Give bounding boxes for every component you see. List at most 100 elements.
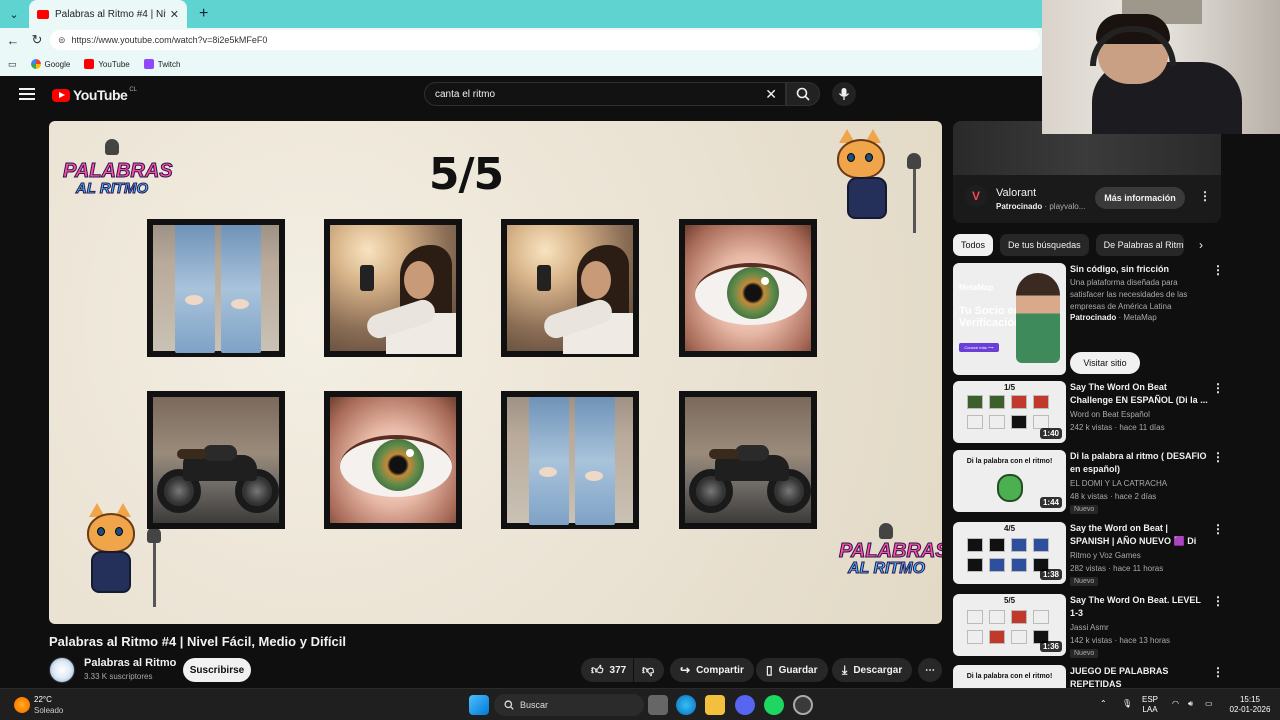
site-info-icon[interactable]: ⊜	[58, 35, 66, 46]
ad-more-info-button[interactable]: Más información	[1095, 187, 1185, 209]
recommendation-thumbnail[interactable]: 1/5 1:40	[953, 381, 1066, 443]
logo-line1: PALABRAS	[839, 540, 943, 562]
menu-icon[interactable]	[19, 88, 35, 100]
tab-list-chevron-icon[interactable]: ⌄	[3, 3, 25, 25]
clock[interactable]: 15:15 02-01-2026	[1224, 695, 1276, 715]
dislike-button[interactable]: 👎︎	[634, 658, 664, 682]
recommendation-thumbnail[interactable]: Di la palabra con el ritmo!	[953, 665, 1066, 688]
country-code: CL	[129, 87, 137, 93]
wifi-icon[interactable]: ◠	[1172, 699, 1179, 709]
channel-avatar[interactable]	[49, 657, 75, 683]
recommendation-menu-icon[interactable]: ⋮	[1212, 665, 1224, 679]
valorant-logo-icon: V	[965, 185, 987, 207]
ad-menu-icon[interactable]: ⋮	[1199, 189, 1211, 203]
youtube-logo[interactable]: YouTube CL	[52, 87, 137, 103]
reload-icon[interactable]: ↻	[26, 30, 48, 50]
clock-date: 02-01-2026	[1229, 705, 1271, 714]
recommendation-item[interactable]: 1/5 1:40 Say The Word On Beat Challenge …	[953, 381, 1228, 443]
clear-search-icon[interactable]: ✕	[765, 86, 777, 103]
recommendation-item[interactable]: Di la palabra con el ritmo! 1:44 Di la p…	[953, 450, 1228, 514]
search-button[interactable]	[786, 82, 820, 106]
recommendation-title: Di la palabra al ritmo ( DESAFIO en espa…	[1070, 451, 1207, 474]
recommendation-thumbnail[interactable]: MetaMap Tu Socio en Verificación. Conoce…	[953, 263, 1066, 375]
weather-temp[interactable]: 22°C	[34, 695, 52, 704]
recommendation-thumbnail[interactable]: 5/5 1:36	[953, 594, 1066, 656]
bookmark-twitch[interactable]: Twitch	[143, 59, 180, 69]
bookmark-google[interactable]: Google	[30, 59, 71, 69]
recommendation-thumbnail[interactable]: Di la palabra con el ritmo! 1:44	[953, 450, 1066, 512]
keyboard-layout: LAA	[1142, 705, 1158, 714]
download-button[interactable]: ⤓ Descargar	[832, 658, 913, 682]
thumbs-down-icon: 👎︎	[642, 662, 655, 677]
volume-icon[interactable]: 🔊︎	[1188, 699, 1193, 709]
edge-icon[interactable]	[676, 695, 696, 715]
recommendation-item[interactable]: Di la palabra con el ritmo! JUEGO DE PAL…	[953, 665, 1228, 688]
sponsored-ad-card[interactable]: V Valorant Patrocinado · playvalo... Más…	[953, 121, 1221, 223]
chip-de-tus-busquedas[interactable]: De tus búsquedas	[1000, 234, 1089, 256]
ad-sponsored-label: Patrocinado	[996, 202, 1043, 211]
file-explorer-icon[interactable]	[705, 695, 725, 715]
palabras-al-ritmo-logo: PALABRAS AL RITMO	[63, 139, 173, 213]
google-icon	[30, 59, 41, 69]
more-actions-button[interactable]: ⋯	[918, 658, 942, 682]
battery-icon[interactable]: ▭	[1205, 699, 1213, 709]
save-button[interactable]: ▯ Guardar	[756, 658, 828, 682]
video-title: Palabras al Ritmo #4 | Nivel Fácil, Medi…	[49, 634, 346, 649]
tray-overflow-chevron-icon[interactable]: ⌃	[1100, 699, 1107, 709]
task-view-icon[interactable]	[648, 695, 668, 715]
ad-sponsor-line: Patrocinado · MetaMap	[1070, 313, 1157, 322]
tile-eye-image	[324, 391, 462, 529]
recommendation-item[interactable]: 4/5 1:38 Say the Word on Beat | SPANISH …	[953, 522, 1228, 586]
sun-icon[interactable]	[14, 697, 30, 713]
recommendation-meta: 242 k vistas · hace 11 días	[1070, 423, 1165, 432]
spotify-icon[interactable]	[764, 695, 784, 715]
share-icon: ↪	[680, 663, 691, 677]
bookmark-label: Google	[44, 59, 71, 69]
discord-icon[interactable]	[735, 695, 755, 715]
webcam-overlay-image	[1042, 0, 1280, 134]
address-toolbar: ← ↻ ⊜ https://www.youtube.com/watch?v=8i…	[0, 28, 1042, 52]
tab-close-icon[interactable]: ✕	[170, 8, 179, 21]
video-duration: 1:38	[1039, 569, 1062, 580]
thumb-heading: 5/5	[1003, 596, 1016, 605]
recommendation-menu-icon[interactable]: ⋮	[1212, 594, 1224, 608]
language-indicator[interactable]: ESP LAA	[1142, 695, 1158, 715]
new-tab-icon[interactable]: +	[199, 5, 208, 23]
recommendation-menu-icon[interactable]: ⋮	[1212, 522, 1224, 536]
visit-site-button[interactable]: Visitar sitio	[1070, 352, 1140, 374]
browser-tabbar: ⌄ Palabras al Ritmo #4 | Nivel Fácil, M …	[0, 0, 1042, 28]
channel-name[interactable]: Palabras al Ritmo	[84, 657, 176, 669]
recommendation-menu-icon[interactable]: ⋮	[1212, 263, 1224, 277]
steam-icon[interactable]	[793, 695, 813, 715]
frog-image	[997, 474, 1023, 502]
recommendation-menu-icon[interactable]: ⋮	[1212, 450, 1224, 464]
tab-title: Palabras al Ritmo #4 | Nivel Fácil, M	[55, 8, 166, 20]
new-badge: Nuevo	[1070, 649, 1099, 658]
search-input[interactable]: canta el ritmo ✕	[424, 82, 786, 106]
tile-motorcycle-image	[679, 391, 817, 529]
recommendation-thumbnail[interactable]: 4/5 1:38	[953, 522, 1066, 584]
sponsored-label: Patrocinado	[1070, 313, 1117, 322]
thumbs-up-icon: 👍︎	[591, 662, 604, 677]
recommendation-menu-icon[interactable]: ⋮	[1212, 381, 1224, 395]
back-arrow-icon[interactable]: ←	[2, 30, 24, 50]
chip-todos[interactable]: Todos	[953, 234, 994, 256]
share-button[interactable]: ↪ Compartir	[670, 658, 754, 682]
start-windows-icon[interactable]	[469, 695, 489, 715]
sidebar-toggle-icon[interactable]: ▭	[8, 59, 17, 70]
tile-eye-image	[679, 219, 817, 357]
chip-de-palabras-al-ritmo[interactable]: De Palabras al Ritm	[1095, 234, 1184, 256]
chevron-right-icon[interactable]: ›	[1199, 238, 1203, 252]
browser-tab-active[interactable]: Palabras al Ritmo #4 | Nivel Fácil, M ✕	[29, 0, 187, 28]
microphone-tray-icon[interactable]: 🎙︎	[1122, 699, 1132, 709]
url-field[interactable]: ⊜ https://www.youtube.com/watch?v=8i2e5k…	[50, 30, 1040, 50]
like-button[interactable]: 👍︎ 377	[581, 658, 633, 682]
weather-condition[interactable]: Soleado	[34, 706, 63, 715]
bookmark-youtube[interactable]: YouTube	[84, 59, 130, 69]
taskbar-search[interactable]: Buscar	[494, 694, 644, 716]
video-player[interactable]: 5/5 PALABRAS AL RITMO PALABRAS AL RITMO	[49, 121, 942, 624]
voice-search-button[interactable]	[832, 82, 856, 106]
recommendation-item[interactable]: 5/5 1:36 Say The Word On Beat. LEVEL 1-3…	[953, 594, 1228, 658]
thumb-heading: 1/5	[1003, 383, 1016, 392]
subscribe-button[interactable]: Suscribirse	[183, 658, 251, 682]
